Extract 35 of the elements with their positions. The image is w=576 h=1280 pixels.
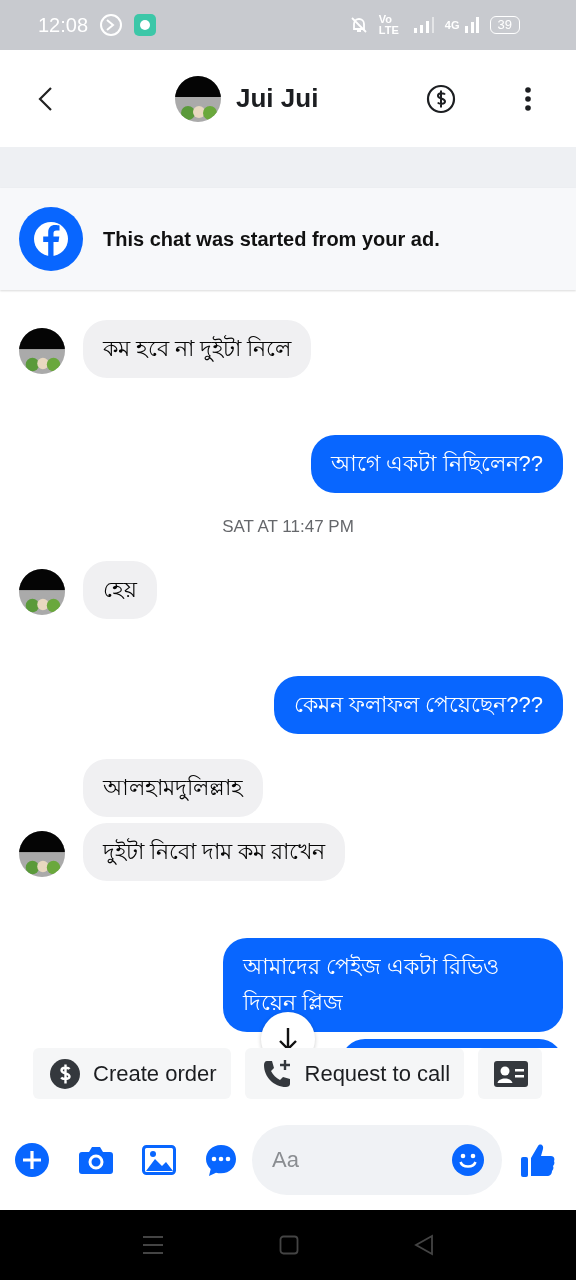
signal-icon <box>463 16 480 34</box>
message-bubble: কম হবে না দুইটা নিলে <box>83 320 312 378</box>
image-icon[interactable] <box>142 1145 176 1175</box>
chat-bubble-icon[interactable] <box>204 1143 238 1177</box>
ad-notice: This chat was started from your ad. <box>103 227 440 251</box>
emoji-icon[interactable] <box>452 1144 484 1176</box>
message-bubble: হেয় <box>83 561 157 619</box>
quick-action-chip[interactable]: Request to call <box>244 1048 465 1099</box>
facebook-icon <box>19 207 83 271</box>
dollar-icon <box>49 1057 81 1090</box>
message-bubble: আমাদের পেইজ একটা রিভিও দিয়েন প্লিজ <box>223 938 563 1032</box>
message-bubble: দুইটা নিবো দাম কম রাখেন <box>83 823 346 881</box>
thumbs-up-icon[interactable] <box>520 1142 556 1178</box>
quick-action-chip[interactable]: Create order <box>33 1048 231 1099</box>
message-field[interactable]: Aa <box>252 1125 502 1195</box>
message-input[interactable]: Aa <box>270 1146 452 1174</box>
message-bubble: আগে একটা নিছিলেন?? <box>311 435 563 493</box>
timer-icon <box>98 12 125 38</box>
more-options-icon[interactable] <box>524 85 532 112</box>
avatar[interactable] <box>19 328 65 374</box>
avatar[interactable] <box>19 831 65 877</box>
quick-action-chip[interactable] <box>478 1048 543 1099</box>
message-bubble: কেমন ফলাফল পেয়েছেন??? <box>274 676 563 734</box>
app-icon <box>134 14 157 36</box>
add-icon[interactable] <box>14 1142 50 1178</box>
timestamp: SAT AT 11:47 PM <box>222 517 354 536</box>
bell-off-icon <box>348 15 369 35</box>
dollar-icon[interactable] <box>426 83 456 114</box>
contact-name: Jui Jui <box>236 83 319 114</box>
camera-icon[interactable] <box>78 1144 114 1176</box>
arrow-down-icon <box>277 1026 299 1048</box>
avatar[interactable] <box>19 569 65 615</box>
message-bubble: আলহামদুলিল্লাহ <box>83 759 263 817</box>
signal-icon <box>412 16 435 34</box>
contact-card-icon <box>494 1060 529 1087</box>
